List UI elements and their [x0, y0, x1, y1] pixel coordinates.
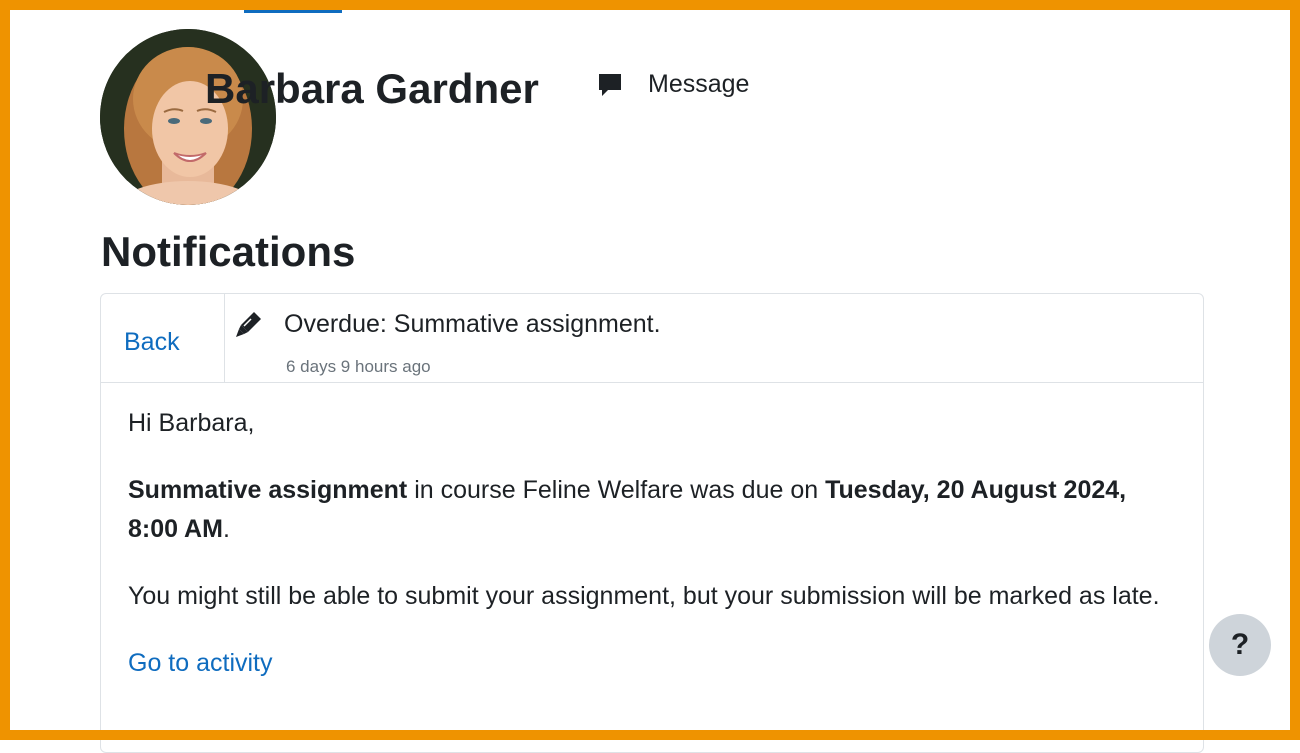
go-to-activity-link[interactable]: Go to activity: [128, 649, 273, 677]
notification-header: Back Overdue: Summative assignment. 6 da…: [101, 294, 1203, 383]
avatar[interactable]: [100, 29, 276, 205]
assignment-name: Summative assignment: [128, 476, 408, 504]
course-text: in course Feline Welfare was due on: [407, 476, 826, 504]
assignment-pen-icon: [236, 312, 261, 337]
avatar-photo: [100, 29, 276, 205]
active-tab-indicator: [244, 10, 342, 13]
notification-card: Back Overdue: Summative assignment. 6 da…: [100, 293, 1204, 753]
back-cell: Back: [101, 294, 225, 382]
back-link[interactable]: Back: [124, 328, 180, 357]
greeting: Hi Barbara,: [128, 409, 255, 437]
notification-time: 6 days 9 hours ago: [286, 357, 431, 376]
profile-header: [100, 29, 276, 205]
help-label: ?: [1230, 628, 1250, 661]
notification-subject: Overdue: Summative assignment.: [284, 310, 661, 338]
assignment-summary: Summative assignment in course Feline We…: [128, 471, 1168, 549]
help-button[interactable]: ?: [1209, 614, 1271, 676]
message-button[interactable]: Message: [596, 70, 749, 99]
speech-bubble-icon: [599, 73, 621, 96]
after-date: .: [222, 515, 230, 543]
late-text: You might still be able to submit your a…: [128, 582, 1160, 610]
notification-body: Hi Barbara, Summative assignment in cour…: [128, 404, 1168, 683]
profile-name: Barbara Gardner: [205, 65, 539, 112]
page-title: Notifications: [101, 228, 356, 275]
message-label: Message: [648, 70, 750, 98]
